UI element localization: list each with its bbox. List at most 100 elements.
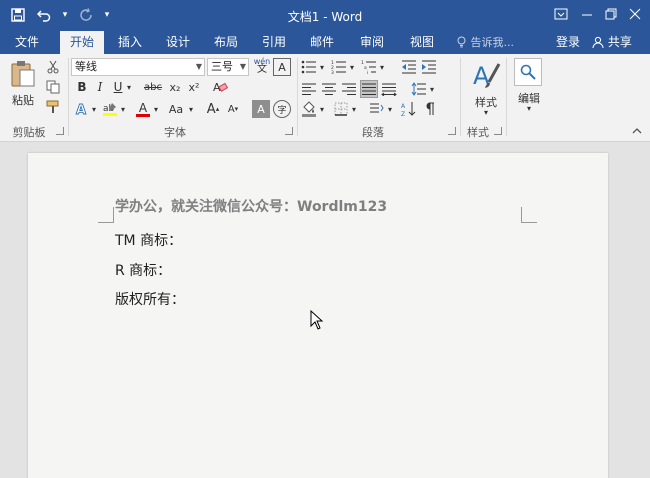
tab-insert[interactable]: 插入 [110,31,150,54]
character-border-button[interactable]: A [273,58,291,76]
subscript-button[interactable]: x₂ [166,78,184,96]
phonetic-guide-button[interactable]: wén 文 [252,57,272,75]
line-spacing-dropdown-icon[interactable]: ▾ [428,80,436,98]
distributed-icon[interactable] [380,80,398,98]
align-right-icon[interactable] [340,80,358,98]
group-divider [460,58,461,136]
document-line-copyright[interactable]: 版权所有： [115,289,185,309]
tab-review[interactable]: 审阅 [350,31,394,54]
borders-icon[interactable] [332,100,350,118]
group-divider [68,58,69,136]
numbering-dropdown-icon[interactable]: ▾ [348,58,356,76]
chinese-layout-dropdown-icon[interactable]: ▾ [386,100,394,118]
multilevel-dropdown-icon[interactable]: ▾ [378,58,386,76]
text-effects-dropdown-icon[interactable]: ▾ [89,100,99,118]
paste-label: 粘贴 [12,94,34,107]
shading-icon[interactable] [300,100,318,118]
chinese-layout-icon[interactable] [368,100,386,118]
cut-icon[interactable] [44,58,62,76]
multilevel-list-icon[interactable]: 1ai [360,58,378,76]
document-heading-line[interactable]: 学办公，就关注微信公众号：Wordlm123 [115,196,387,216]
borders-dropdown-icon[interactable]: ▾ [350,100,358,118]
document-line-r[interactable]: R 商标： [115,260,171,280]
bullets-dropdown-icon[interactable]: ▾ [318,58,326,76]
phonetic-guide-icon: 文 [257,64,267,75]
show-marks-icon[interactable] [420,100,438,118]
tab-layout[interactable]: 布局 [206,31,246,54]
format-painter-icon[interactable] [44,98,62,116]
font-color-button[interactable]: A [134,100,152,118]
paragraph-group-label: 段落 [362,126,384,139]
editing-button[interactable]: 编辑 ▾ [512,58,546,118]
font-launcher-icon[interactable] [285,127,293,135]
svg-text:A: A [76,103,86,116]
clipboard-icon [10,60,36,91]
sign-in-link[interactable]: 登录 [556,31,580,54]
italic-button[interactable]: I [91,78,109,96]
character-shading-button[interactable]: A [252,100,270,118]
tab-home[interactable]: 开始 [60,31,104,54]
copy-icon[interactable] [44,78,62,96]
margin-corner-right [521,207,537,223]
strikethrough-button[interactable]: abc [142,78,164,96]
justify-icon[interactable] [360,80,378,98]
margin-corner-left [98,207,114,223]
bullets-icon[interactable] [300,58,318,76]
line-spacing-icon[interactable] [410,80,428,98]
font-color-dropdown-icon[interactable]: ▾ [151,100,161,118]
bold-button[interactable]: B [73,78,91,96]
align-center-icon[interactable] [320,80,338,98]
increase-indent-icon[interactable] [420,58,438,76]
collapse-ribbon-icon[interactable] [628,122,646,140]
clipboard-group-label: 剪贴板 [12,126,46,139]
underline-dropdown-icon[interactable]: ▾ [124,78,134,96]
person-icon [592,35,608,49]
shrink-font-button[interactable]: A ▾ [224,100,242,118]
font-size-value: 三号 [211,60,233,73]
numbering-icon[interactable]: 123 [330,58,348,76]
shading-dropdown-icon[interactable]: ▾ [318,100,326,118]
change-case-dropdown-icon[interactable]: ▾ [186,100,196,118]
font-size-combo[interactable]: 三号 ▼ [207,58,249,76]
caret-up-icon: ▴ [215,105,220,113]
decrease-indent-icon[interactable] [400,58,418,76]
tab-references[interactable]: 引用 [254,31,294,54]
clipboard-launcher-icon[interactable] [56,127,64,135]
tab-file[interactable]: 文件 [6,31,48,54]
enclose-characters-button[interactable]: 字 [273,100,291,118]
tab-view[interactable]: 视图 [400,31,444,54]
close-icon[interactable] [622,4,648,24]
vertical-scrollbar[interactable] [638,142,650,478]
title-bar: ▾ ▾ 文档1 - Word [0,0,650,31]
align-left-icon[interactable] [300,80,318,98]
styles-dropdown-icon: ▾ [483,108,488,117]
paste-button[interactable]: 粘贴 [8,58,38,110]
tab-mailings[interactable]: 邮件 [302,31,342,54]
minimize-icon[interactable] [574,4,600,24]
mouse-pointer-icon [310,310,324,330]
tell-me-search[interactable]: 告诉我... [456,31,514,54]
styles-button[interactable]: A 样式 ▾ [466,58,506,118]
clear-formatting-icon[interactable]: A [212,78,230,96]
lightbulb-icon [456,36,471,49]
ribbon-display-options-icon[interactable] [548,4,574,24]
superscript-button[interactable]: x² [185,78,203,96]
tell-me-text: 告诉我... [470,36,515,49]
svg-text:Z: Z [401,111,405,117]
font-color-letter: A [138,100,148,115]
highlight-dropdown-icon[interactable]: ▾ [118,100,128,118]
sort-icon[interactable]: AZ [400,100,418,118]
tab-design[interactable]: 设计 [158,31,198,54]
font-group-label: 字体 [164,126,186,139]
highlight-color-icon[interactable]: ab [101,100,119,118]
paragraph-launcher-icon[interactable] [448,127,456,135]
share-label: 共享 [607,35,632,49]
grow-font-button[interactable]: A ▴ [204,100,222,118]
change-case-button[interactable]: Aa [165,100,187,118]
group-divider [297,58,298,136]
restore-icon[interactable] [598,4,624,24]
share-button[interactable]: 共享 [592,31,632,54]
styles-launcher-icon[interactable] [494,127,502,135]
font-name-combo[interactable]: 等线 ▼ [71,58,205,76]
document-line-tm[interactable]: TM 商标： [115,230,182,250]
